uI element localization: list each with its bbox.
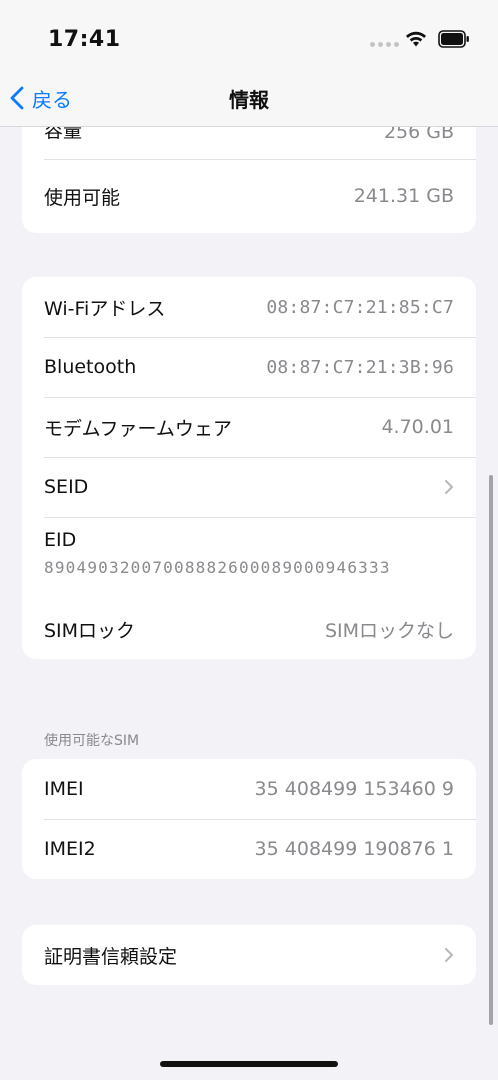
eid-row: EID 89049032007008882600089000946333 bbox=[22, 517, 476, 599]
modem-firmware-value: 4.70.01 bbox=[381, 416, 454, 438]
sim-lock-row: SIMロック SIMロックなし bbox=[22, 599, 476, 659]
eid-label: EID bbox=[44, 529, 77, 551]
imei2-value: 35 408499 190876 1 bbox=[254, 838, 454, 860]
available-row: 使用可能 241.31 GB bbox=[22, 159, 476, 233]
certificate-group: 証明書信頼設定 bbox=[22, 925, 476, 985]
capacity-value: 256 GB bbox=[383, 127, 454, 143]
sim-lock-label: SIMロック bbox=[44, 619, 136, 642]
capacity-label: 容量 bbox=[44, 127, 83, 142]
bluetooth-value: 08:87:C7:21:3B:96 bbox=[266, 356, 454, 378]
imei-row: IMEI 35 408499 153460 9 bbox=[22, 759, 476, 819]
available-value: 241.31 GB bbox=[353, 185, 454, 207]
modem-firmware-row: モデムファームウェア 4.70.01 bbox=[22, 397, 476, 457]
sim-group: IMEI 35 408499 153460 9 IMEI2 35 408499 … bbox=[22, 759, 476, 879]
imei2-label: IMEI2 bbox=[44, 838, 96, 860]
content-scroll-area[interactable]: 容量 256 GB 使用可能 241.31 GB Wi-Fiアドレス 08:87… bbox=[0, 127, 498, 1080]
page-title: 情報 bbox=[229, 88, 269, 112]
chevron-right-icon bbox=[445, 480, 453, 494]
seid-row[interactable]: SEID bbox=[22, 457, 476, 517]
certificate-trust-label: 証明書信頼設定 bbox=[44, 945, 178, 968]
modem-firmware-label: モデムファームウェア bbox=[44, 417, 232, 440]
available-sim-header: 使用可能なSIM bbox=[44, 733, 140, 749]
imei2-row: IMEI2 35 408499 190876 1 bbox=[22, 819, 476, 879]
wifi-address-label: Wi-Fiアドレス bbox=[44, 297, 166, 320]
imei-value: 35 408499 153460 9 bbox=[254, 778, 454, 800]
sim-lock-value: SIMロックなし bbox=[324, 619, 454, 642]
imei-label: IMEI bbox=[44, 778, 84, 800]
wifi-icon bbox=[406, 31, 426, 47]
eid-value: 89049032007008882600089000946333 bbox=[44, 558, 391, 577]
storage-group: 容量 256 GB 使用可能 241.31 GB bbox=[22, 127, 476, 233]
wifi-address-value: 08:87:C7:21:85:C7 bbox=[266, 296, 454, 318]
bluetooth-row: Bluetooth 08:87:C7:21:3B:96 bbox=[22, 337, 476, 397]
capacity-row: 容量 256 GB bbox=[22, 127, 476, 159]
available-label: 使用可能 bbox=[44, 186, 121, 209]
certificate-trust-row[interactable]: 証明書信頼設定 bbox=[22, 925, 476, 985]
wifi-address-row: Wi-Fiアドレス 08:87:C7:21:85:C7 bbox=[22, 277, 476, 337]
nav-bar: 戻る 情報 bbox=[0, 72, 498, 127]
status-time: 17:41 bbox=[48, 27, 121, 52]
bluetooth-label: Bluetooth bbox=[44, 356, 137, 378]
status-bar: 17:41 bbox=[0, 0, 498, 72]
signal-dots-icon bbox=[370, 42, 399, 47]
scrollbar[interactable] bbox=[489, 475, 493, 1025]
identifiers-group: Wi-Fiアドレス 08:87:C7:21:85:C7 Bluetooth 08… bbox=[22, 277, 476, 659]
chevron-right-icon bbox=[445, 948, 453, 962]
battery-icon bbox=[438, 30, 469, 48]
home-indicator[interactable] bbox=[160, 1061, 338, 1067]
seid-label: SEID bbox=[44, 476, 89, 498]
